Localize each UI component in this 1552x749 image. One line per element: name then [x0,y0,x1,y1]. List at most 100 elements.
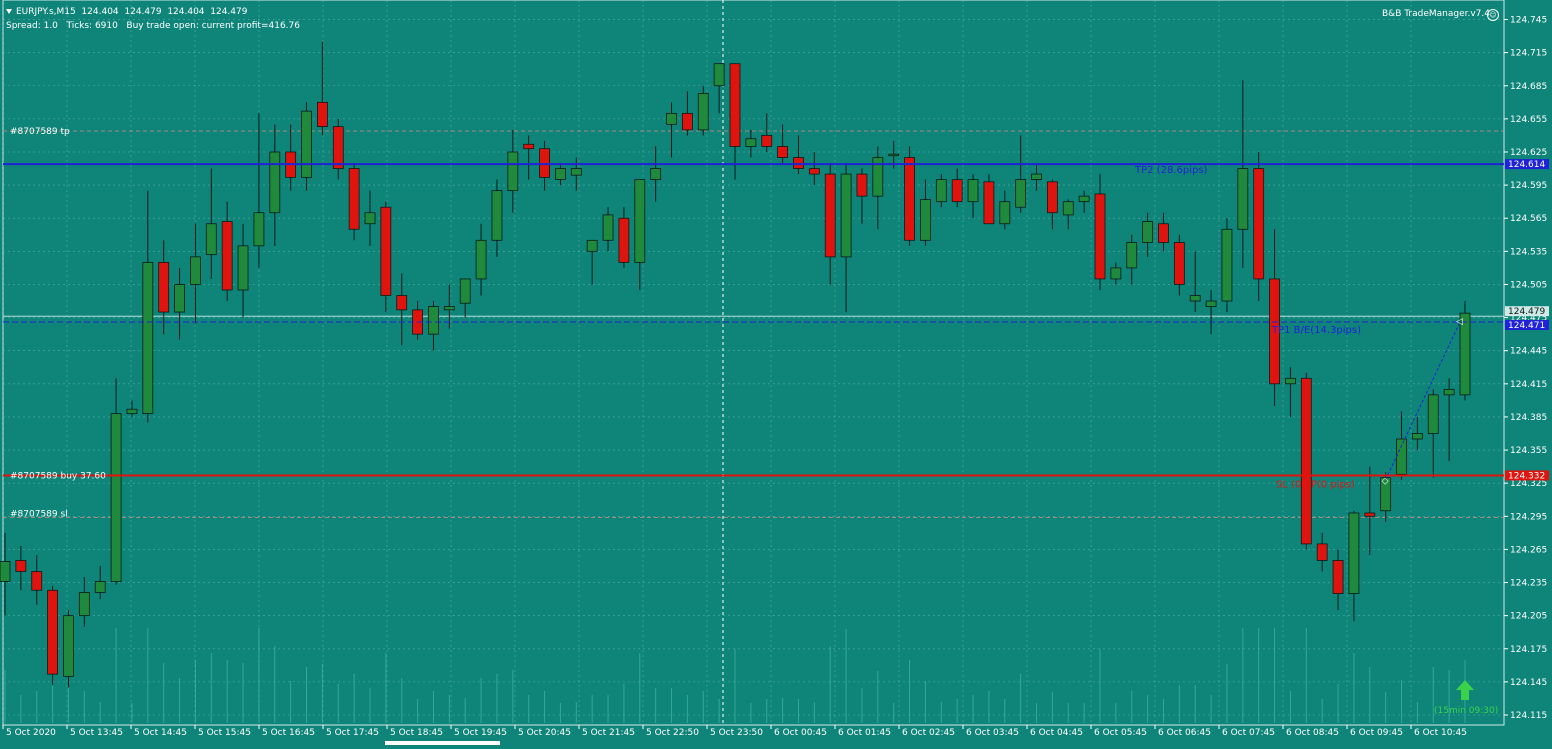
sl-text: SL (0.4P(0 pips) [1276,479,1355,490]
candle-body [602,214,614,241]
y-tick-label: 124.115 [1510,711,1547,721]
smiley-icon[interactable]: ☺ [1487,9,1499,21]
candle-body [507,151,519,192]
candle-body [237,245,249,291]
entry-price-label: 124.332 [1508,471,1545,481]
candle-body [951,179,963,203]
candle-body [824,173,836,258]
candle-body [78,592,90,617]
y-tick-label: 124.205 [1510,612,1547,622]
y-tick-label: 124.535 [1510,247,1547,257]
trade-manager-title: B&B TradeManager.v7.4 [1382,9,1490,19]
y-tick-label: 124.745 [1510,16,1547,26]
candle-body [983,181,995,225]
candle-body [570,168,582,176]
candle-body [205,223,217,256]
x-tick-label: 6 Oct 07:45 [1222,728,1275,738]
up-arrow-icon [1456,680,1474,700]
candle-body [1285,377,1296,385]
y-tick-label: 124.385 [1510,413,1547,423]
candle-body [761,135,773,147]
x-tick-label: 5 Oct 21:45 [582,728,635,738]
x-tick-label: 5 Oct 16:45 [262,728,315,738]
chart-area[interactable]: 124.745 124.715 124.685 124.655 124.625 124.5… [0,0,1552,745]
candle-body [301,110,312,178]
candle-body [1205,300,1217,307]
candle-body [999,201,1011,225]
y-tick-label: 124.415 [1510,380,1547,390]
trade-info: Spread: 1.0 Ticks: 6910 Buy trade open: … [6,21,300,31]
candle-body [253,212,265,247]
candle-body [586,239,598,252]
candle-body [491,190,503,241]
candle-body [1300,377,1312,545]
x-tick-label: 6 Oct 10:45 [1414,728,1467,738]
x-tick-label: 6 Oct 02:45 [902,728,955,738]
horizontal-scrollbar[interactable] [385,741,500,745]
x-tick-label: 6 Oct 01:45 [838,728,891,738]
collapse-triangle-icon[interactable] [6,9,12,14]
candle-body [316,101,328,128]
candle-body [1443,388,1455,396]
order-sl-label: #8707589 sl [10,509,68,519]
candle-body [840,173,852,258]
x-tick-label: 5 Oct 18:45 [390,728,443,738]
x-tick-label: 6 Oct 08:45 [1286,728,1339,738]
y-tick-label: 124.355 [1510,446,1547,456]
candle-body [0,561,11,582]
candle-body [650,168,662,180]
y-tick-label: 124.655 [1510,115,1547,125]
candle-body [666,112,677,125]
y-tick-label: 124.265 [1510,545,1547,555]
y-tick-label: 124.595 [1510,181,1547,191]
candle-body [1046,181,1058,214]
x-tick-label: 5 Oct 17:45 [326,728,379,738]
candle-body [459,278,471,304]
candle-body [94,581,106,593]
y-tick-label: 124.505 [1510,280,1547,290]
candle-body [523,143,535,150]
candle-body [555,168,566,180]
candle-body [1158,223,1169,243]
tp-price-label: 124.614 [1508,160,1545,170]
candle-body [15,560,27,572]
y-tick-label: 124.715 [1510,49,1547,59]
candle-body [158,261,170,313]
candle-body [31,571,43,591]
candle-body [364,212,376,225]
candle-body [1189,295,1201,302]
candle-body [1142,221,1154,243]
candle-body [1094,193,1106,280]
y-tick-label: 124.145 [1510,678,1547,688]
candle-body [697,93,709,131]
entry-marker-icon: ◇ [1382,476,1389,486]
candle-body [269,151,281,214]
candle-body [1031,173,1042,180]
tp1-text: TP1 B/E(14.3pips) [1271,325,1361,336]
candle-body [1126,242,1138,269]
candle-body [1110,267,1122,280]
candle-body [935,179,947,203]
candle-body [190,256,201,285]
candle-body [1411,433,1423,440]
x-tick-label: 5 Oct 15:45 [198,728,251,738]
order-buy-label: #8707589 buy 37.60 [10,471,106,481]
candlestick-chart[interactable]: 124.745 124.715 124.685 124.655 124.625 124.5… [0,0,1552,745]
candle-body [63,615,74,677]
candle-body [793,157,804,169]
candle-body [808,168,820,175]
candle-body [1396,438,1407,475]
candle-body [745,138,757,147]
candle-body [1253,168,1265,280]
y-tick-label: 124.235 [1510,579,1547,589]
symbol-info: EURJPY.s,M15 124.404 124.479 124.404 124… [16,7,248,17]
current-marker-icon: ◁ [1456,317,1463,327]
y-tick-label: 124.295 [1510,512,1547,522]
x-tick-label: 5 Oct 2020 [6,728,56,738]
x-tick-label: 6 Oct 00:45 [774,728,827,738]
candle-body [332,126,344,169]
x-tick-label: 5 Oct 23:50 [710,728,763,738]
candle-body [348,168,360,230]
y-tick-label: 124.685 [1510,82,1547,92]
candle-body [110,413,122,582]
